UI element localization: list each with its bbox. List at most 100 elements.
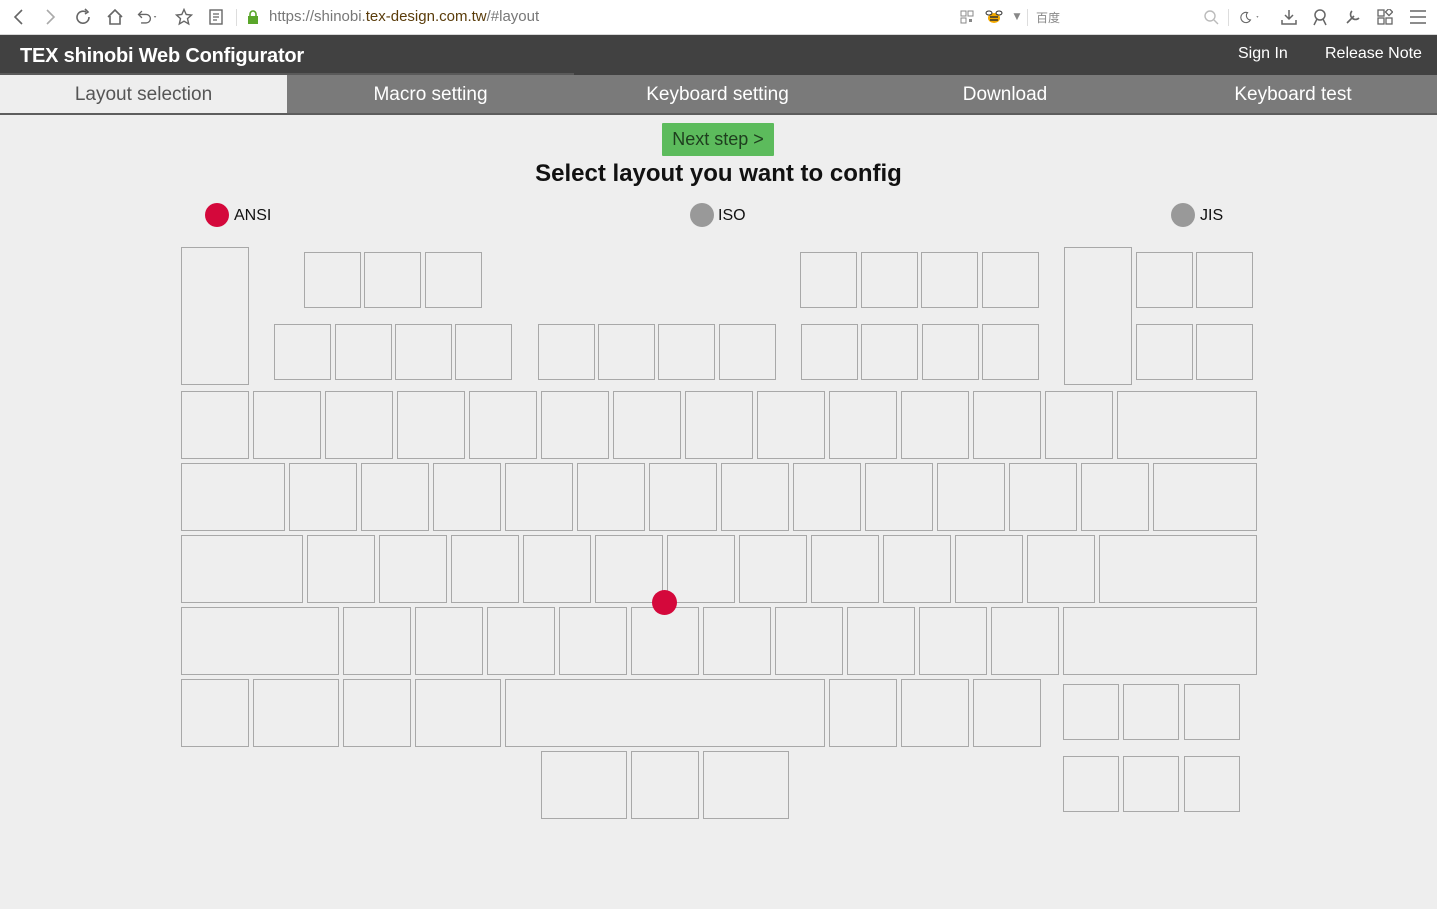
- keyboard-key[interactable]: [919, 607, 987, 675]
- reader-icon[interactable]: [205, 6, 227, 28]
- qr-code-icon[interactable]: [956, 6, 978, 28]
- keyboard-key[interactable]: [1099, 535, 1257, 603]
- keyboard-key[interactable]: [793, 463, 861, 531]
- keyboard-key[interactable]: [1153, 463, 1257, 531]
- keyboard-key[interactable]: [541, 751, 627, 819]
- tools-icon[interactable]: [1342, 6, 1364, 28]
- keyboard-key[interactable]: [523, 535, 591, 603]
- keyboard-key[interactable]: [982, 252, 1039, 308]
- radio-label-jis[interactable]: JIS: [1200, 207, 1223, 225]
- keyboard-key[interactable]: [253, 679, 339, 747]
- keyboard-key[interactable]: [1063, 756, 1119, 812]
- keyboard-key[interactable]: [433, 463, 501, 531]
- keyboard-key[interactable]: [538, 324, 595, 380]
- keyboard-key[interactable]: [415, 607, 483, 675]
- keyboard-key[interactable]: [1196, 252, 1253, 308]
- keyboard-key[interactable]: [455, 324, 512, 380]
- sign-in-link[interactable]: Sign In: [1238, 45, 1288, 63]
- keyboard-key[interactable]: [922, 324, 979, 380]
- bee-extension-icon[interactable]: [983, 6, 1005, 28]
- keyboard-key[interactable]: [811, 535, 879, 603]
- keyboard-key[interactable]: [1009, 463, 1077, 531]
- keyboard-key[interactable]: [181, 247, 249, 385]
- keyboard-key[interactable]: [1136, 252, 1193, 308]
- search-icon[interactable]: [1200, 6, 1222, 28]
- keyboard-key[interactable]: [1063, 607, 1257, 675]
- keyboard-key[interactable]: [937, 463, 1005, 531]
- keyboard-key[interactable]: [559, 607, 627, 675]
- keyboard-key[interactable]: [829, 391, 897, 459]
- keyboard-key[interactable]: [505, 463, 573, 531]
- download-icon[interactable]: [1278, 6, 1300, 28]
- keyboard-key[interactable]: [541, 391, 609, 459]
- keyboard-key[interactable]: [379, 535, 447, 603]
- keyboard-key[interactable]: [469, 391, 537, 459]
- keyboard-key[interactable]: [415, 679, 501, 747]
- apps-grid-icon[interactable]: [1374, 6, 1396, 28]
- radio-iso[interactable]: [690, 203, 714, 227]
- radio-label-ansi[interactable]: ANSI: [234, 207, 271, 225]
- keyboard-key[interactable]: [613, 391, 681, 459]
- keyboard-key[interactable]: [397, 391, 465, 459]
- keyboard-key[interactable]: [1184, 756, 1240, 812]
- keyboard-key[interactable]: [1027, 535, 1095, 603]
- keyboard-key[interactable]: [425, 252, 482, 308]
- keyboard-key[interactable]: [253, 391, 321, 459]
- keyboard-key[interactable]: [861, 252, 918, 308]
- keyboard-key[interactable]: [829, 679, 897, 747]
- keyboard-key[interactable]: [721, 463, 789, 531]
- keyboard-key[interactable]: [1123, 684, 1179, 740]
- keyboard-key[interactable]: [595, 535, 663, 603]
- keyboard-key[interactable]: [274, 324, 331, 380]
- keyboard-key[interactable]: [800, 252, 857, 308]
- keyboard-key[interactable]: [667, 535, 735, 603]
- keyboard-key[interactable]: [335, 324, 392, 380]
- keyboard-key[interactable]: [801, 324, 858, 380]
- radio-label-iso[interactable]: ISO: [718, 207, 746, 225]
- keyboard-key[interactable]: [1081, 463, 1149, 531]
- keyboard-key[interactable]: [991, 607, 1059, 675]
- keyboard-key[interactable]: [631, 607, 699, 675]
- keyboard-key[interactable]: [955, 535, 1023, 603]
- undo-icon[interactable]: [136, 6, 158, 28]
- keyboard-key[interactable]: [1045, 391, 1113, 459]
- address-bar[interactable]: https://shinobi.tex-design.com.tw/#layou…: [269, 8, 539, 25]
- tab-macro-setting[interactable]: Macro setting: [287, 75, 574, 113]
- menu-icon[interactable]: [1407, 6, 1429, 28]
- radio-ansi[interactable]: [205, 203, 229, 227]
- keyboard-key[interactable]: [395, 324, 452, 380]
- keyboard-key[interactable]: [703, 751, 789, 819]
- keyboard-key[interactable]: [307, 535, 375, 603]
- keyboard-key[interactable]: [364, 252, 421, 308]
- search-input[interactable]: 百度: [1036, 9, 1060, 26]
- keyboard-key[interactable]: [343, 607, 411, 675]
- keyboard-key[interactable]: [181, 535, 303, 603]
- next-step-button[interactable]: Next step >: [662, 123, 774, 156]
- tab-layout-selection[interactable]: Layout selection: [0, 75, 287, 113]
- keyboard-key[interactable]: [1196, 324, 1253, 380]
- keyboard-key[interactable]: [865, 463, 933, 531]
- keyboard-key[interactable]: [649, 463, 717, 531]
- release-note-link[interactable]: Release Note: [1325, 45, 1422, 63]
- keyboard-key[interactable]: [973, 391, 1041, 459]
- keyboard-key[interactable]: [883, 535, 951, 603]
- keyboard-key[interactable]: [181, 391, 249, 459]
- keyboard-key[interactable]: [973, 679, 1041, 747]
- keyboard-key[interactable]: [487, 607, 555, 675]
- tab-download[interactable]: Download: [861, 75, 1149, 113]
- keyboard-key[interactable]: [451, 535, 519, 603]
- keyboard-key[interactable]: [1184, 684, 1240, 740]
- keyboard-key[interactable]: [658, 324, 715, 380]
- keyboard-key[interactable]: [757, 391, 825, 459]
- keyboard-key[interactable]: [861, 324, 918, 380]
- chevron-down-icon[interactable]: ▼: [1006, 6, 1028, 28]
- keyboard-key[interactable]: [847, 607, 915, 675]
- keyboard-key[interactable]: [631, 751, 699, 819]
- keyboard-key[interactable]: [361, 463, 429, 531]
- reload-icon[interactable]: [72, 6, 94, 28]
- keyboard-key[interactable]: [181, 463, 285, 531]
- keyboard-key[interactable]: [1064, 247, 1132, 385]
- night-mode-icon[interactable]: [1238, 6, 1260, 28]
- keyboard-key[interactable]: [577, 463, 645, 531]
- keyboard-key[interactable]: [304, 252, 361, 308]
